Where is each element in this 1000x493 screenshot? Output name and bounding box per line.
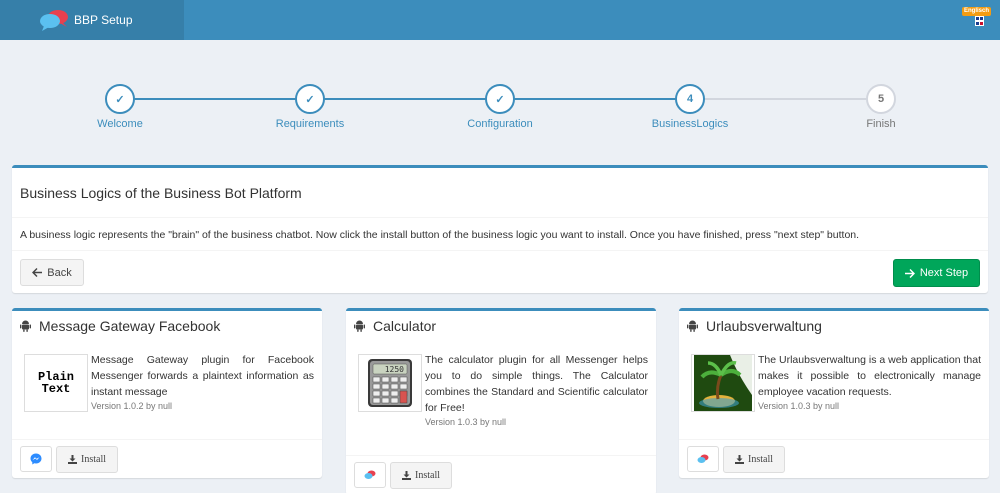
arrow-right-icon bbox=[904, 268, 915, 278]
calculator-icon: 1250 bbox=[368, 359, 412, 407]
plugin-description: The Urlaubsverwaltung is a web applicati… bbox=[758, 354, 981, 398]
back-label: Back bbox=[47, 266, 72, 279]
download-icon bbox=[68, 455, 77, 464]
plugin-version: Version 1.0.2 by null bbox=[91, 401, 173, 411]
palm-island-icon bbox=[694, 355, 752, 411]
wizard-step-finish[interactable]: 5 Finish bbox=[811, 84, 951, 130]
step-check-icon: ✓ bbox=[485, 84, 515, 114]
panel-description: A business logic represents the "brain" … bbox=[20, 229, 860, 241]
next-step-button[interactable]: Next Step bbox=[893, 259, 980, 287]
business-logics-panel: Business Logics of the Business Bot Plat… bbox=[12, 165, 988, 293]
divider bbox=[12, 217, 988, 218]
brand[interactable]: BBP Setup bbox=[0, 0, 184, 40]
messenger-button[interactable] bbox=[354, 462, 386, 488]
step-label: Welcome bbox=[97, 118, 143, 130]
step-label: Configuration bbox=[467, 118, 533, 130]
step-check-icon: ✓ bbox=[105, 84, 135, 114]
chat-bubbles-logo-icon bbox=[40, 10, 68, 31]
messenger-icon bbox=[364, 470, 376, 479]
step-label: Finish bbox=[866, 118, 896, 130]
flag-icon bbox=[975, 16, 984, 26]
back-button[interactable]: Back bbox=[20, 259, 84, 286]
plugin-card-message-gateway: Message Gateway Facebook Plain Text Messa… bbox=[12, 308, 322, 478]
facebook-messenger-icon bbox=[30, 453, 42, 465]
download-icon bbox=[735, 455, 744, 464]
install-label: Install bbox=[81, 454, 106, 465]
messenger-button[interactable] bbox=[687, 446, 719, 472]
plugin-title: Message Gateway Facebook bbox=[39, 318, 221, 334]
top-navbar: BBP Setup Englisch bbox=[0, 0, 1000, 40]
install-button[interactable]: Install bbox=[390, 462, 452, 489]
plugin-card-urlaubsverwaltung: Urlaubsverwaltung The Urlaubsverwaltung … bbox=[679, 308, 989, 478]
svg-text:1250: 1250 bbox=[385, 365, 404, 374]
language-switcher[interactable]: Englisch bbox=[962, 7, 992, 29]
next-step-label: Next Step bbox=[919, 267, 969, 279]
panel-title: Business Logics of the Business Bot Plat… bbox=[20, 185, 302, 201]
plugin-version: Version 1.0.3 by null bbox=[758, 401, 840, 411]
plugin-title: Urlaubsverwaltung bbox=[706, 318, 822, 334]
plugin-card-calculator: Calculator 1250 The calculator plugin fo… bbox=[346, 308, 656, 493]
step-label: Requirements bbox=[275, 118, 345, 130]
step-check-icon: ✓ bbox=[295, 84, 325, 114]
step-label: BusinessLogics bbox=[651, 118, 729, 130]
wizard-step-welcome[interactable]: ✓ Welcome bbox=[50, 84, 190, 130]
plugin-version: Version 1.0.3 by null bbox=[425, 417, 507, 427]
arrow-left-icon bbox=[32, 268, 43, 277]
messenger-icon bbox=[697, 454, 709, 463]
plugin-image bbox=[691, 354, 755, 412]
install-button[interactable]: Install bbox=[56, 446, 118, 473]
wizard-progress-line bbox=[120, 98, 690, 100]
divider bbox=[12, 250, 988, 251]
plugin-description: The calculator plugin for all Messenger … bbox=[425, 354, 648, 414]
app-title: BBP Setup bbox=[74, 13, 133, 27]
android-icon bbox=[354, 320, 365, 332]
plugin-description: Message Gateway plugin for Facebook Mess… bbox=[91, 354, 314, 398]
language-badge: Englisch bbox=[962, 7, 992, 16]
wizard-step-businesslogics[interactable]: 4 BusinessLogics bbox=[620, 84, 760, 130]
install-button[interactable]: Install bbox=[723, 446, 785, 473]
facebook-messenger-button[interactable] bbox=[20, 446, 52, 472]
step-number: 5 bbox=[866, 84, 896, 114]
plugin-title: Calculator bbox=[373, 318, 437, 334]
install-label: Install bbox=[415, 470, 440, 481]
android-icon bbox=[687, 320, 698, 332]
setup-wizard: ✓ Welcome ✓ Requirements ✓ Configuration… bbox=[0, 84, 1000, 134]
plugin-image: Plain Text bbox=[24, 354, 88, 412]
plugin-image: 1250 bbox=[358, 354, 422, 412]
wizard-step-requirements[interactable]: ✓ Requirements bbox=[240, 84, 380, 130]
step-number: 4 bbox=[675, 84, 705, 114]
android-icon bbox=[20, 320, 31, 332]
plain-text-logo: Plain Text bbox=[37, 370, 74, 396]
download-icon bbox=[402, 471, 411, 480]
install-label: Install bbox=[748, 454, 773, 465]
wizard-step-configuration[interactable]: ✓ Configuration bbox=[430, 84, 570, 130]
